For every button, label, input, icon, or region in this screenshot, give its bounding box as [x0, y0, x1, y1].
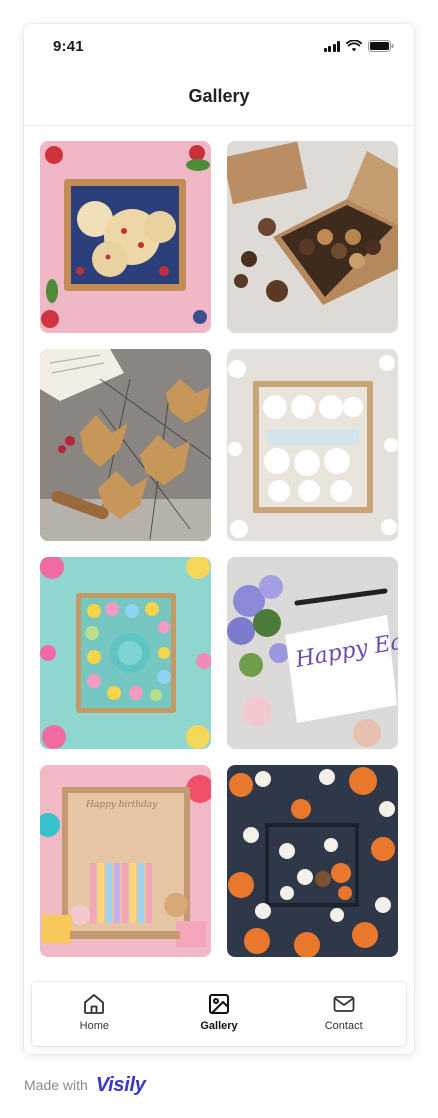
page-header: Gallery	[24, 68, 414, 126]
battery-icon	[368, 40, 394, 52]
image-icon	[206, 991, 232, 1017]
home-icon	[81, 991, 107, 1017]
made-with-text: Made with	[24, 1077, 88, 1093]
status-time: 9:41	[53, 38, 84, 55]
birthday-card-text: Happy birthday	[85, 800, 158, 810]
cellular-signal-icon	[323, 40, 340, 52]
gallery-image-chocolate-cookies[interactable]	[227, 141, 398, 333]
gallery-image-maple-leaf-cookies[interactable]	[40, 349, 211, 541]
status-icons	[323, 40, 395, 52]
page-title: Gallery	[188, 86, 250, 106]
visily-logo: Visily	[95, 1073, 146, 1096]
tab-gallery[interactable]: Gallery	[157, 982, 282, 1046]
status-bar: 9:41	[24, 24, 414, 68]
gallery-image-happy-easter[interactable]: Happy Easter!	[227, 557, 398, 749]
bottom-tab-bar: Home Gallery Contact	[32, 982, 406, 1046]
tab-home-label: Home	[79, 1020, 109, 1032]
gallery-image-halloween-cookies[interactable]	[227, 765, 398, 957]
phone-frame: 9:41 Gallery Happy Easter! Happy birthda…	[24, 24, 414, 1054]
gallery-image-snowflake-cookies[interactable]	[227, 349, 398, 541]
made-with-footer[interactable]: Made with Visily	[24, 1070, 146, 1100]
tab-contact-label: Contact	[324, 1020, 363, 1032]
gallery-image-berry-cookies[interactable]	[40, 141, 211, 333]
mail-icon	[331, 991, 357, 1017]
wifi-icon	[346, 40, 362, 52]
tab-contact[interactable]: Contact	[281, 982, 406, 1046]
gallery-image-birthday-box[interactable]: Happy birthday	[40, 765, 211, 957]
tab-gallery-label: Gallery	[200, 1020, 238, 1032]
tab-home[interactable]: Home	[32, 982, 157, 1046]
gallery-image-flower-cookies[interactable]	[40, 557, 211, 749]
